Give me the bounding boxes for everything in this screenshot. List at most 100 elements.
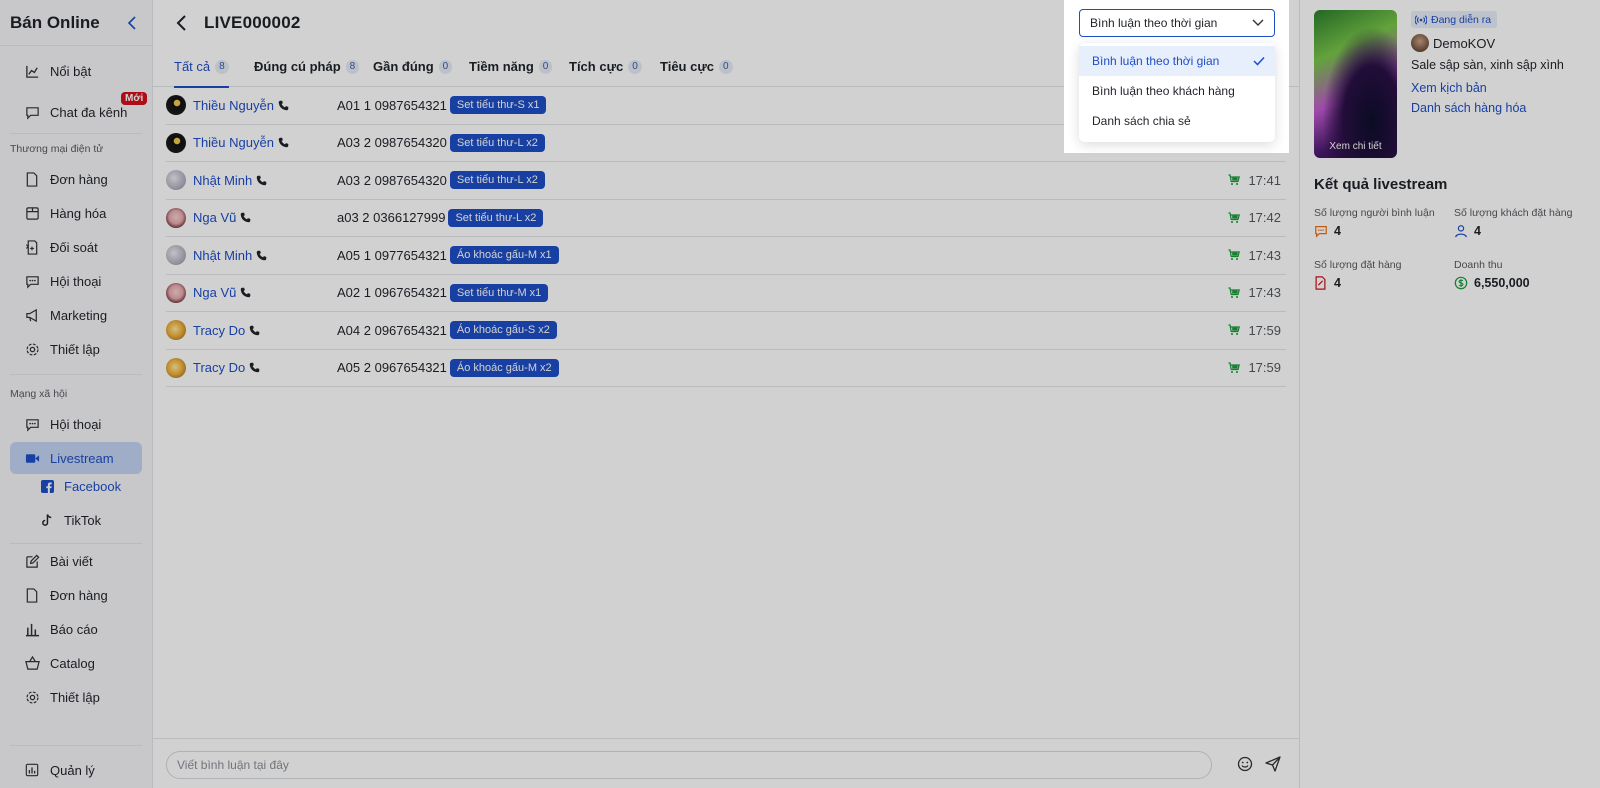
sort-option-by-time[interactable]: Bình luận theo thời gian — [1079, 46, 1275, 76]
cart-icon[interactable] — [1228, 174, 1241, 186]
back-arrow-icon[interactable] — [176, 14, 194, 32]
product-tag[interactable]: Áo khoác gấu-S x2 — [449, 321, 557, 340]
sidebar-item-ecom-settings[interactable]: Thiết lập — [10, 333, 142, 365]
avatar[interactable] — [166, 170, 186, 191]
tab-all[interactable]: Tất cả 8 — [174, 46, 229, 88]
phone-icon[interactable] — [240, 212, 252, 224]
customer-name[interactable]: Nga Vũ — [193, 210, 236, 225]
collapse-sidebar-icon[interactable] — [124, 15, 140, 31]
phone-icon[interactable] — [256, 174, 268, 186]
customer-name[interactable]: Nga Vũ — [193, 285, 236, 300]
stat-label: Doanh thu — [1454, 259, 1503, 271]
comment-meta: 17:43 — [1228, 285, 1281, 300]
sidebar-item-social-orders[interactable]: Đơn hàng — [10, 579, 142, 611]
order-doc-icon — [1314, 276, 1328, 290]
comment-meta: 17:59 — [1228, 323, 1281, 338]
cart-icon[interactable] — [1228, 287, 1241, 299]
sort-option-share-list[interactable]: Danh sách chia sẻ — [1079, 106, 1275, 136]
sidebar-item-livestream[interactable]: Livestream — [10, 442, 142, 474]
product-tag[interactable]: Set tiểu thư-M x1 — [449, 283, 549, 302]
sidebar-item-catalog[interactable]: Catalog — [10, 647, 142, 679]
avatar[interactable] — [166, 282, 186, 303]
customer-name[interactable]: Nhật Minh — [193, 173, 252, 188]
sidebar-subitem-facebook[interactable]: Facebook — [40, 471, 140, 501]
avatar[interactable] — [166, 207, 186, 228]
avatar[interactable] — [166, 245, 186, 266]
product-tag[interactable]: Set tiểu thư-L x2 — [448, 208, 544, 227]
customer-name[interactable]: Tracy Do — [193, 323, 245, 338]
product-list-link[interactable]: Danh sách hàng hóa — [1411, 101, 1526, 115]
avatar[interactable] — [166, 357, 186, 378]
tab-label: Đúng cú pháp — [254, 59, 341, 74]
avatar[interactable] — [166, 95, 186, 116]
sidebar-item-products[interactable]: Hàng hóa — [10, 197, 142, 229]
cart-icon[interactable] — [1228, 249, 1241, 261]
phone-icon[interactable] — [249, 324, 261, 336]
phone-icon[interactable] — [278, 137, 290, 149]
sidebar-item-social-conversations[interactable]: Hội thoại — [10, 408, 142, 440]
comment-meta: 17:59 — [1228, 360, 1281, 375]
comment-row: Tracy Do A05 2 0967654321 Áo khoác gấu-M x… — [166, 350, 1286, 387]
send-icon[interactable] — [1265, 756, 1283, 774]
sidebar-item-label: Nổi bật — [50, 63, 92, 79]
product-tag[interactable]: Set tiểu thư-L x2 — [449, 133, 545, 152]
emoji-icon[interactable] — [1237, 756, 1255, 774]
sidebar-item-conversations[interactable]: Hội thoại — [10, 265, 142, 297]
comment-row: Nga Vũ a03 2 0366127999 Set tiểu thư-L x2 1… — [166, 200, 1286, 237]
stat-value: 4 — [1334, 276, 1341, 290]
chevron-down-icon — [1252, 19, 1264, 26]
phone-icon[interactable] — [278, 99, 290, 111]
avatar[interactable] — [166, 320, 186, 341]
livestream-thumbnail[interactable]: Xem chi tiết — [1314, 10, 1397, 158]
product-tag[interactable]: Set tiểu thư-L x2 — [449, 171, 545, 190]
comment-row: Nga Vũ A02 1 0967654321 Set tiểu thư-M x1 1… — [166, 275, 1286, 312]
phone-icon[interactable] — [256, 249, 268, 261]
tab-negative[interactable]: Tiêu cực 0 — [660, 46, 733, 87]
tab-potential[interactable]: Tiềm năng 0 — [469, 46, 553, 87]
box-icon — [24, 205, 40, 221]
cart-icon[interactable] — [1228, 362, 1241, 374]
product-tag[interactable]: Set tiểu thư-S x1 — [449, 96, 547, 115]
sidebar-item-marketing[interactable]: Marketing — [10, 299, 142, 331]
customer-name[interactable]: Thiều Nguyễn — [193, 135, 274, 150]
sort-select[interactable]: Bình luận theo thời gian — [1079, 9, 1275, 37]
sidebar-item-label: Đối soát — [50, 239, 98, 255]
sidebar-item-manage[interactable]: Quản lý — [10, 754, 142, 786]
comment-icon — [1314, 224, 1328, 238]
sidebar-item-reconcile[interactable]: Đối soát — [10, 231, 142, 263]
customer-name[interactable]: Tracy Do — [193, 360, 245, 375]
cart-icon[interactable] — [1228, 212, 1241, 224]
sidebar: Bán Online Nổi bật Chat đa kênh Mới Thươ… — [0, 0, 153, 788]
chat-icon — [24, 416, 40, 432]
customer-name[interactable]: Nhật Minh — [193, 248, 252, 263]
sort-option-by-customer[interactable]: Bình luận theo khách hàng — [1079, 76, 1275, 106]
tab-positive[interactable]: Tích cực 0 — [569, 46, 642, 87]
sidebar-item-posts[interactable]: Bài viết — [10, 545, 142, 577]
comment-content: A05 1 0977654321 Áo khoác gấu-M x1 — [337, 246, 559, 265]
comment-content: A03 2 0987654320 Set tiểu thư-L x2 — [337, 133, 545, 152]
sidebar-subitem-tiktok[interactable]: TikTok — [40, 505, 140, 535]
sidebar-item-orders[interactable]: Đơn hàng — [10, 163, 142, 195]
tab-correct-syntax[interactable]: Đúng cú pháp 8 — [254, 46, 360, 87]
avatar[interactable] — [166, 132, 186, 153]
sidebar-item-reports[interactable]: Báo cáo — [10, 613, 142, 645]
view-script-link[interactable]: Xem kịch bản — [1411, 81, 1487, 95]
tab-near-correct[interactable]: Gần đúng 0 — [373, 46, 453, 87]
video-icon — [24, 450, 40, 466]
stat-revenue: Doanh thu 6,550,000 — [1454, 259, 1594, 290]
tab-label: Tiêu cực — [660, 59, 714, 74]
phone-icon[interactable] — [249, 362, 261, 374]
sidebar-item-social-settings[interactable]: Thiết lập — [10, 681, 142, 713]
comment-input[interactable] — [166, 751, 1212, 779]
stat-value: 4 — [1334, 224, 1341, 238]
product-tag[interactable]: Áo khoác gấu-M x1 — [449, 246, 559, 265]
comment-content: A03 2 0987654320 Set tiểu thư-L x2 — [337, 171, 545, 190]
product-tag[interactable]: Áo khoác gấu-M x2 — [449, 358, 559, 377]
phone-icon[interactable] — [240, 287, 252, 299]
cart-icon[interactable] — [1228, 324, 1241, 336]
customer-name[interactable]: Thiều Nguyễn — [193, 98, 274, 113]
tab-count: 0 — [718, 59, 733, 74]
sidebar-item-highlights[interactable]: Nổi bật — [10, 55, 142, 87]
report-icon — [24, 762, 40, 778]
comment-text: A05 1 0977654321 — [337, 247, 447, 263]
